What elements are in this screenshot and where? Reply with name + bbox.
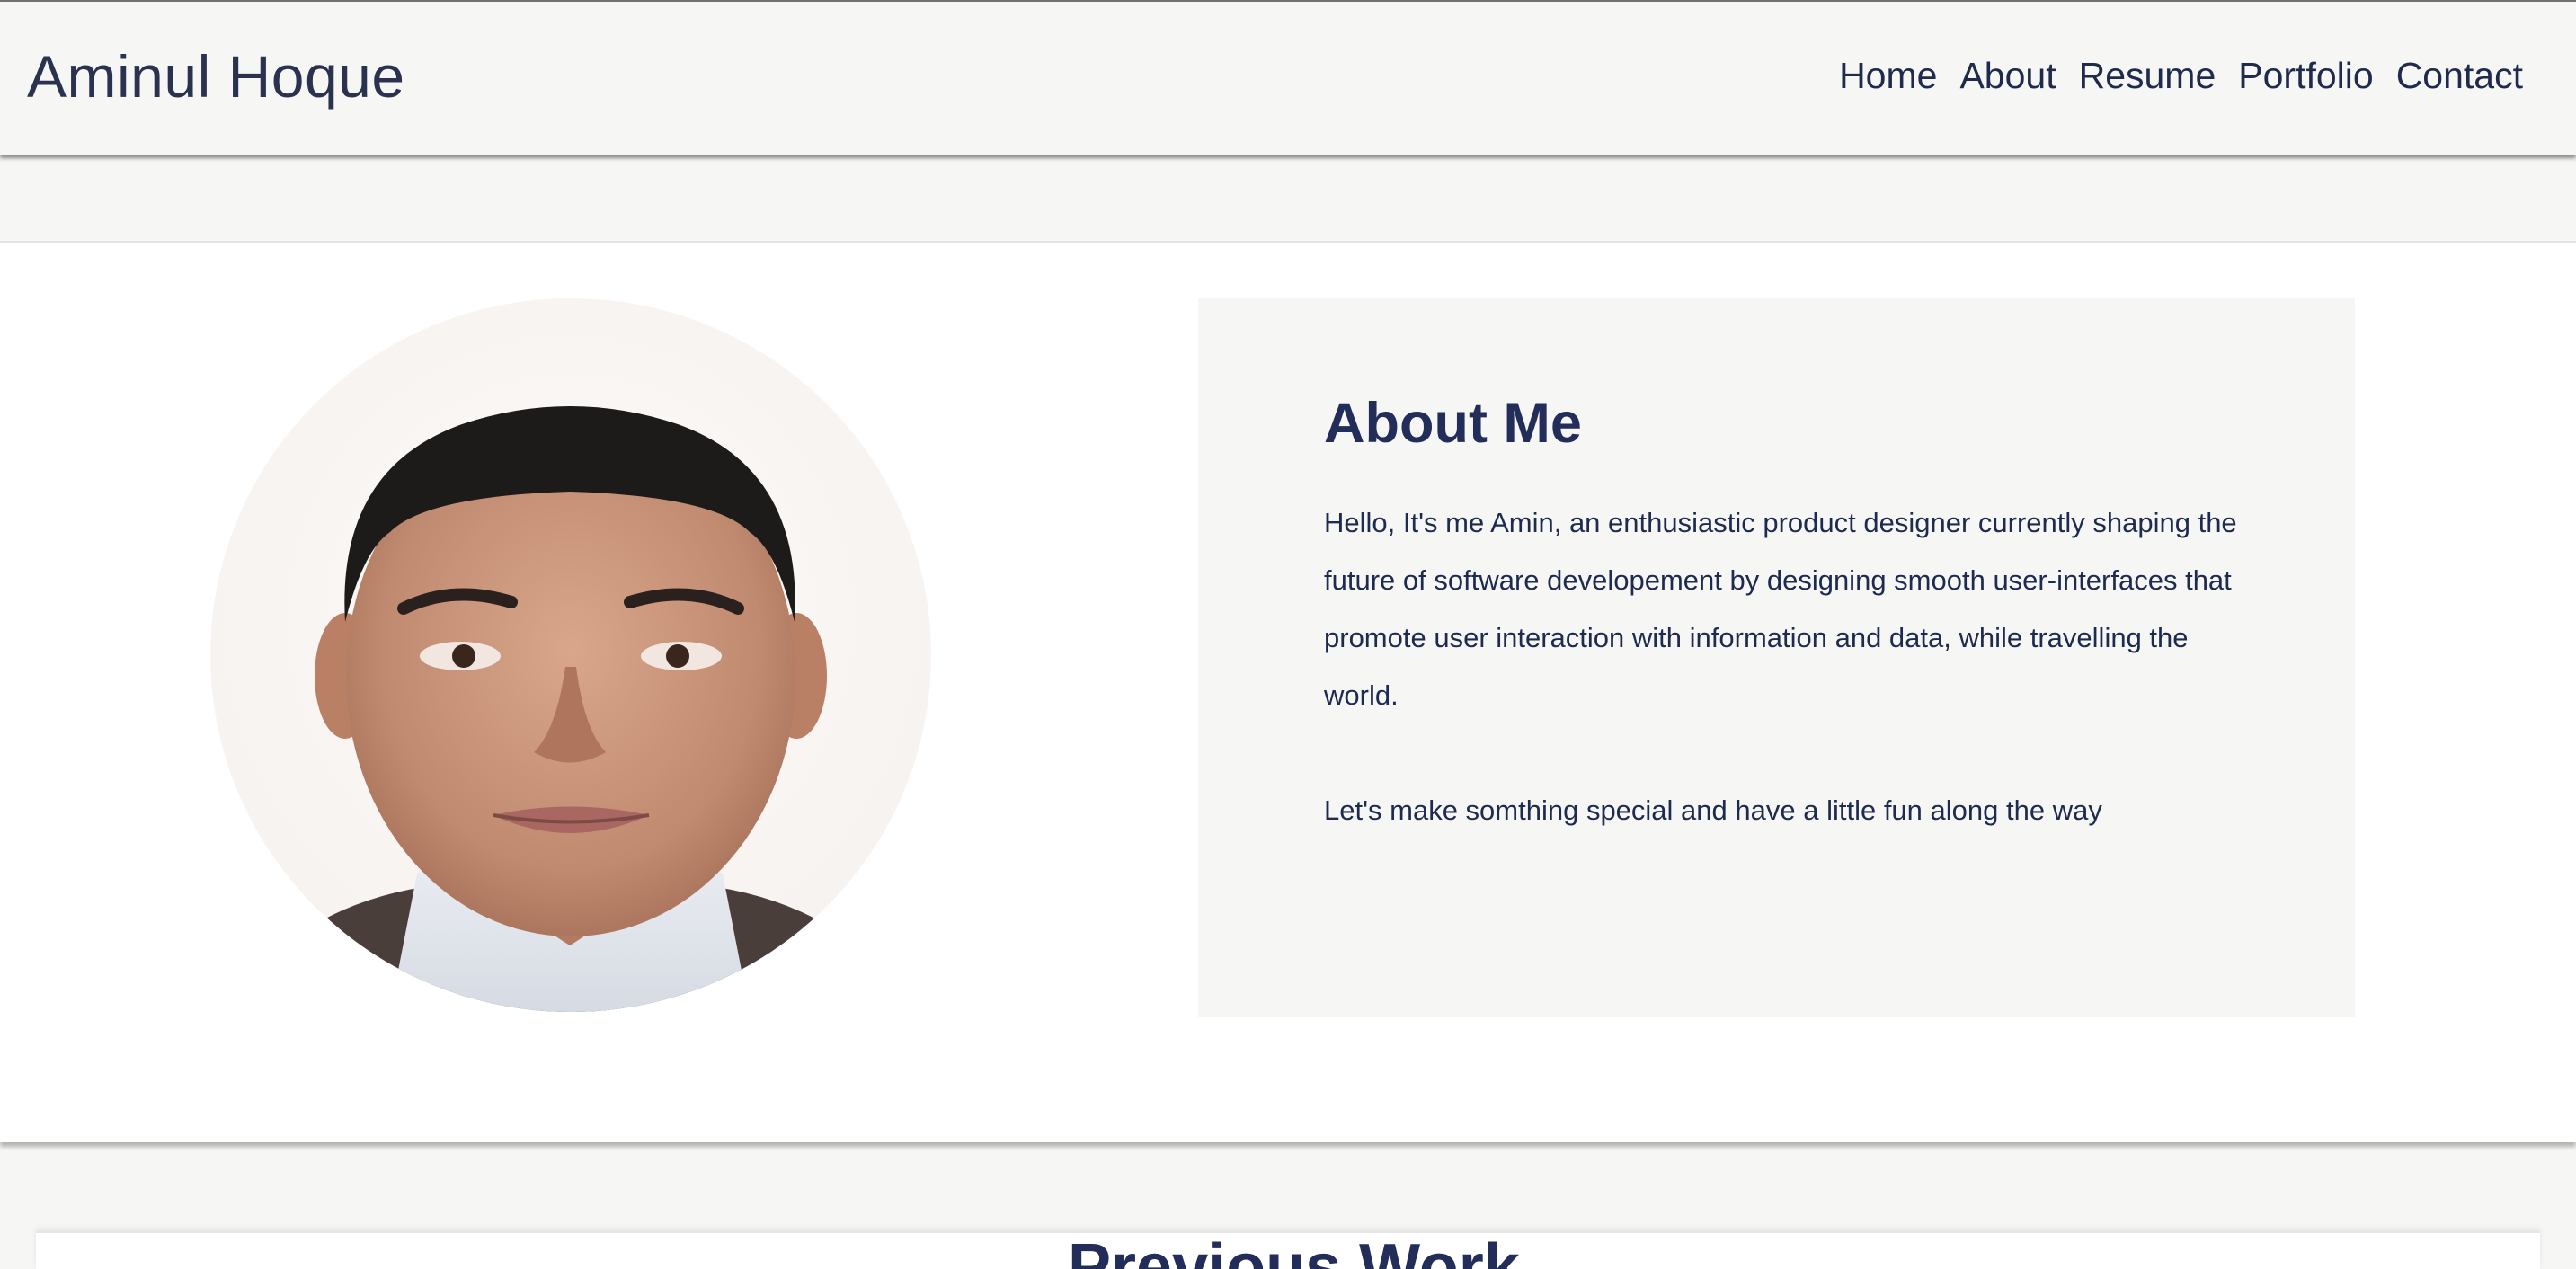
header-spacer bbox=[0, 155, 2576, 243]
nav-item-resume: Resume bbox=[2079, 58, 2216, 94]
profile-photo bbox=[210, 298, 931, 1012]
about-section: About Me Hello, It's me Amin, an enthusi… bbox=[0, 243, 2576, 1142]
nav-link-portfolio[interactable]: Portfolio bbox=[2238, 58, 2373, 94]
nav-item-portfolio: Portfolio bbox=[2238, 58, 2373, 94]
about-paragraph-2: Let's make somthing special and have a l… bbox=[1324, 794, 2102, 826]
nav-item-home: Home bbox=[1839, 58, 1937, 94]
previous-work-section: Previous Work bbox=[0, 1143, 2576, 1269]
main-nav: Home About Resume Portfolio Contact bbox=[1839, 58, 2523, 94]
nav-item-about: About bbox=[1959, 58, 2056, 94]
about-title: About Me bbox=[1324, 392, 1582, 455]
about-paragraph: Hello, It's me Amin, an enthusiastic pro… bbox=[1324, 507, 2237, 711]
profile-photo-illustration bbox=[246, 406, 893, 1012]
nav-link-contact[interactable]: Contact bbox=[2396, 58, 2523, 94]
nav-link-home[interactable]: Home bbox=[1839, 58, 1937, 94]
nav-link-resume[interactable]: Resume bbox=[2079, 58, 2216, 94]
about-card: About Me Hello, It's me Amin, an enthusi… bbox=[1198, 298, 2355, 1017]
nav-item-contact: Contact bbox=[2396, 58, 2523, 94]
previous-work-title: Previous Work bbox=[1068, 1231, 1520, 1269]
previous-work-card: Previous Work bbox=[36, 1231, 2540, 1269]
nav-link-about[interactable]: About bbox=[1959, 58, 2056, 94]
brand-logo-link[interactable]: Aminul Hoque bbox=[27, 47, 405, 106]
site-header: Aminul Hoque Home About Resume Portfolio… bbox=[0, 0, 2576, 155]
